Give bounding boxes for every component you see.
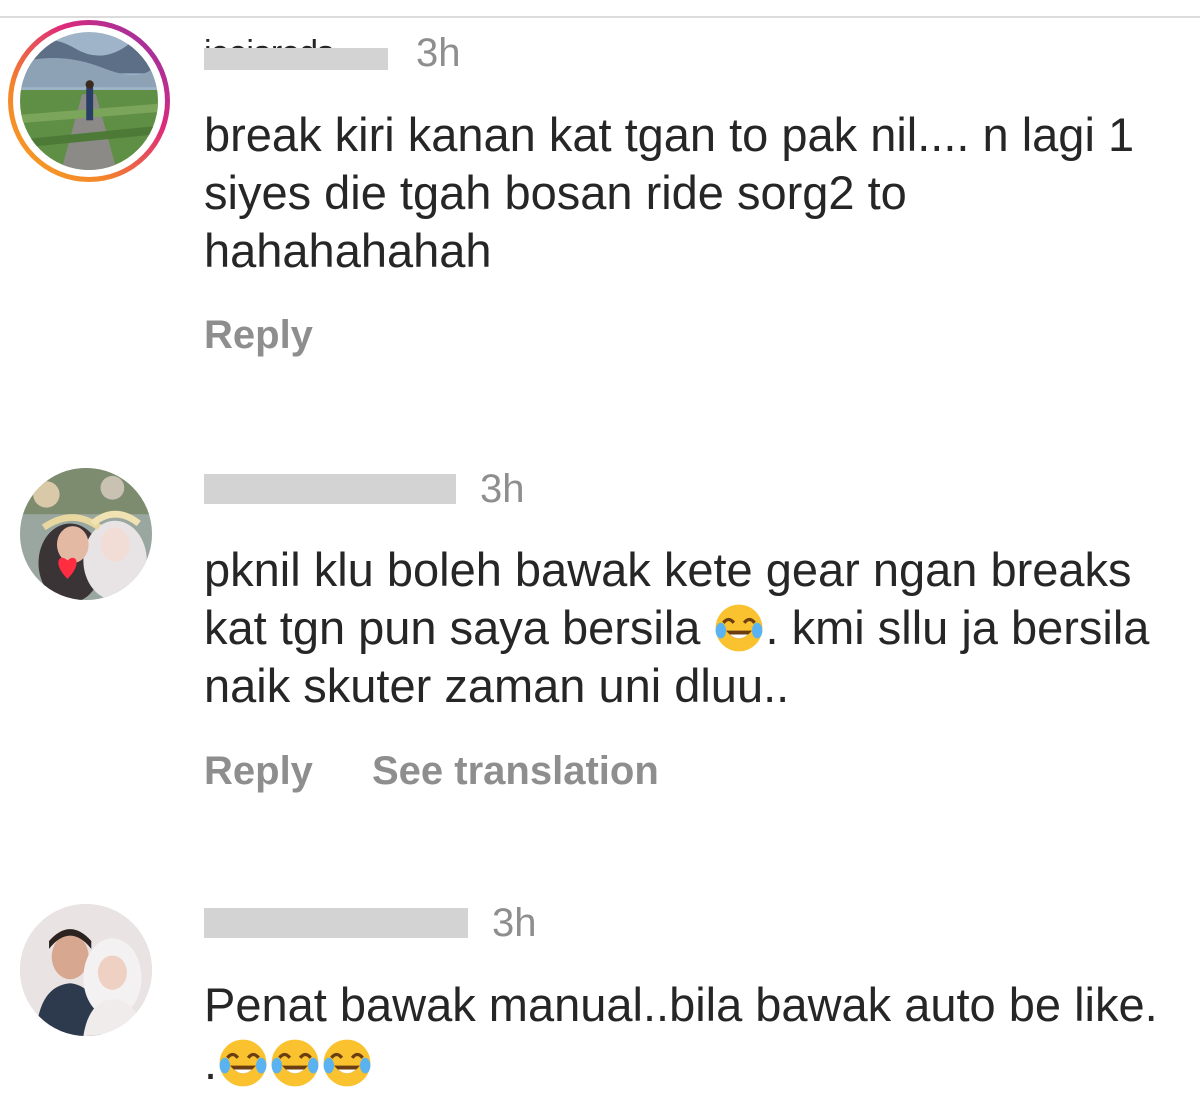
comment-header: 3h bbox=[204, 898, 604, 948]
avatar[interactable] bbox=[8, 20, 170, 182]
comment-text: pknil klu boleh bawak kete gear ngan bre… bbox=[204, 541, 1174, 715]
comment-timestamp: 3h bbox=[492, 901, 537, 945]
face-with-tears-of-joy-icon bbox=[217, 1037, 269, 1089]
comment-header: jeejareds 3h bbox=[204, 28, 504, 78]
see-translation-button[interactable]: See translation bbox=[372, 746, 659, 796]
avatar-photo bbox=[20, 32, 158, 170]
comment-actions: Reply See translation bbox=[204, 746, 804, 796]
comment-timestamp: 3h bbox=[480, 467, 525, 511]
comment-item: jeejareds 3h break kiri kanan kat tgan t… bbox=[0, 0, 1200, 400]
comment-header: 3h bbox=[204, 464, 604, 514]
username-partial[interactable]: jeejareds bbox=[204, 33, 388, 49]
reply-button[interactable]: Reply bbox=[204, 746, 313, 796]
comment-actions: Reply bbox=[204, 310, 804, 360]
username-redacted[interactable] bbox=[204, 908, 468, 938]
comment-timestamp: 3h bbox=[416, 31, 461, 75]
reply-button[interactable]: Reply bbox=[204, 310, 313, 360]
username-redacted[interactable] bbox=[204, 48, 388, 70]
avatar[interactable] bbox=[20, 904, 152, 1036]
username-redacted[interactable] bbox=[204, 474, 456, 504]
face-with-tears-of-joy-icon bbox=[321, 1037, 373, 1089]
avatar[interactable] bbox=[20, 468, 152, 600]
face-with-tears-of-joy-icon bbox=[269, 1037, 321, 1089]
comment-text: Penat bawak manual..bila bawak auto be l… bbox=[204, 976, 1174, 1092]
face-with-tears-of-joy-icon bbox=[713, 602, 765, 654]
comment-text: break kiri kanan kat tgan to pak nil....… bbox=[204, 108, 1135, 277]
